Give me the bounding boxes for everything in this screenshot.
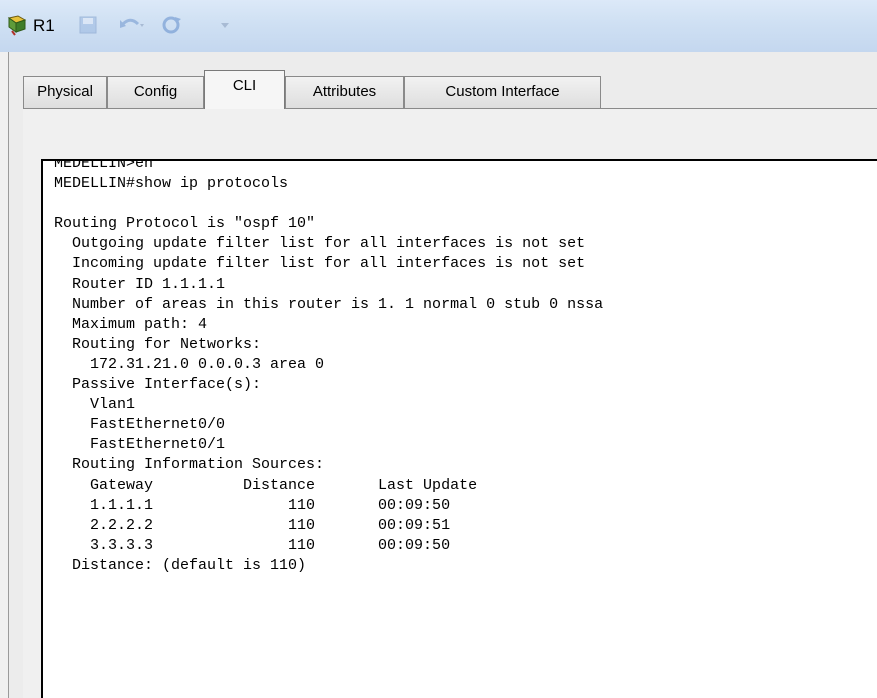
tab-cli[interactable]: CLI	[204, 70, 285, 109]
tab-physical[interactable]: Physical	[23, 76, 107, 108]
undo-icon[interactable]	[118, 14, 146, 36]
cli-line: Vlan1	[54, 396, 136, 414]
dropdown-icon[interactable]	[218, 14, 232, 36]
cli-line: Distance: (default is 110)	[54, 556, 307, 574]
cli-line	[54, 194, 603, 214]
cli-console[interactable]: MEDELLIN>en MEDELLIN#show ip protocols Rou…	[41, 159, 877, 698]
cli-line: Routing Protocol is "ospf 10"	[54, 215, 316, 233]
cli-line: Gateway Distance Last Update	[54, 476, 478, 494]
cli-line: 1.1.1.1 110 00:09:50	[54, 496, 451, 514]
tab-config[interactable]: Config	[107, 76, 204, 108]
cli-line: 172.31.21.0 0.0.0.3 area 0	[54, 355, 325, 373]
cli-line: 2.2.2.2 110 00:09:51	[54, 516, 451, 534]
cli-line: FastEthernet0/0	[54, 416, 226, 434]
router-icon	[7, 15, 27, 36]
redo-icon[interactable]	[160, 14, 186, 36]
tab-custom-interface[interactable]: Custom Interface	[404, 76, 601, 108]
cli-line: Routing for Networks:	[54, 335, 262, 353]
cli-line: Outgoing update filter list for all inte…	[54, 235, 586, 253]
cli-line: Router ID 1.1.1.1	[54, 275, 226, 293]
window-title: R1	[33, 16, 55, 35]
cli-line: MEDELLIN>en	[54, 159, 154, 172]
tab-attributes[interactable]: Attributes	[285, 76, 404, 108]
cli-output: MEDELLIN>en MEDELLIN#show ip protocols Rou…	[54, 159, 604, 576]
save-icon[interactable]	[78, 14, 98, 36]
cli-line: Maximum path: 4	[54, 315, 208, 333]
cli-line: 3.3.3.3 110 00:09:50	[54, 536, 451, 554]
cli-line: Incoming update filter list for all inte…	[54, 255, 586, 273]
cli-line: Passive Interface(s):	[54, 376, 262, 394]
cli-line: Routing Information Sources:	[54, 456, 325, 474]
tab-strip-border	[23, 108, 877, 109]
cli-line: MEDELLIN#show ip protocols	[54, 175, 289, 193]
cli-line: Number of areas in this router is 1. 1 n…	[54, 295, 604, 313]
cli-line: FastEthernet0/1	[54, 436, 226, 454]
window-titlebar: R1	[0, 0, 877, 52]
